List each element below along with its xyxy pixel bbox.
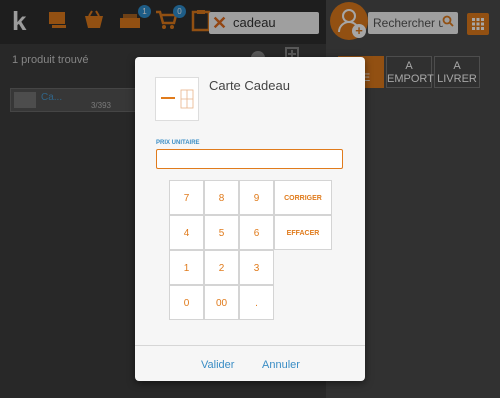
key-00[interactable]: 00 bbox=[204, 285, 239, 320]
key-4[interactable]: 4 bbox=[169, 215, 204, 250]
key-6[interactable]: 6 bbox=[239, 215, 274, 250]
key-9[interactable]: 9 bbox=[239, 180, 274, 215]
key-1[interactable]: 1 bbox=[169, 250, 204, 285]
key-3[interactable]: 3 bbox=[239, 250, 274, 285]
dialog-footer-divider bbox=[135, 345, 365, 346]
key-decimal[interactable]: . bbox=[239, 285, 274, 320]
gift-card-image bbox=[155, 77, 199, 121]
key-7[interactable]: 7 bbox=[169, 180, 204, 215]
validate-button[interactable]: Valider bbox=[201, 359, 234, 371]
unit-price-input[interactable] bbox=[156, 149, 343, 169]
corriger-button[interactable]: Corriger bbox=[274, 180, 332, 215]
gift-card-dialog: Carte Cadeau PRIX UNITAIRE 7 8 9 Corrige… bbox=[135, 57, 365, 381]
gift-card-illustration bbox=[159, 84, 195, 114]
dialog-title: Carte Cadeau bbox=[209, 78, 290, 93]
key-5[interactable]: 5 bbox=[204, 215, 239, 250]
effacer-button[interactable]: Effacer bbox=[274, 215, 332, 250]
unit-price-label: PRIX UNITAIRE bbox=[156, 140, 200, 146]
cancel-button[interactable]: Annuler bbox=[262, 359, 300, 371]
key-8[interactable]: 8 bbox=[204, 180, 239, 215]
key-2[interactable]: 2 bbox=[204, 250, 239, 285]
key-0[interactable]: 0 bbox=[169, 285, 204, 320]
